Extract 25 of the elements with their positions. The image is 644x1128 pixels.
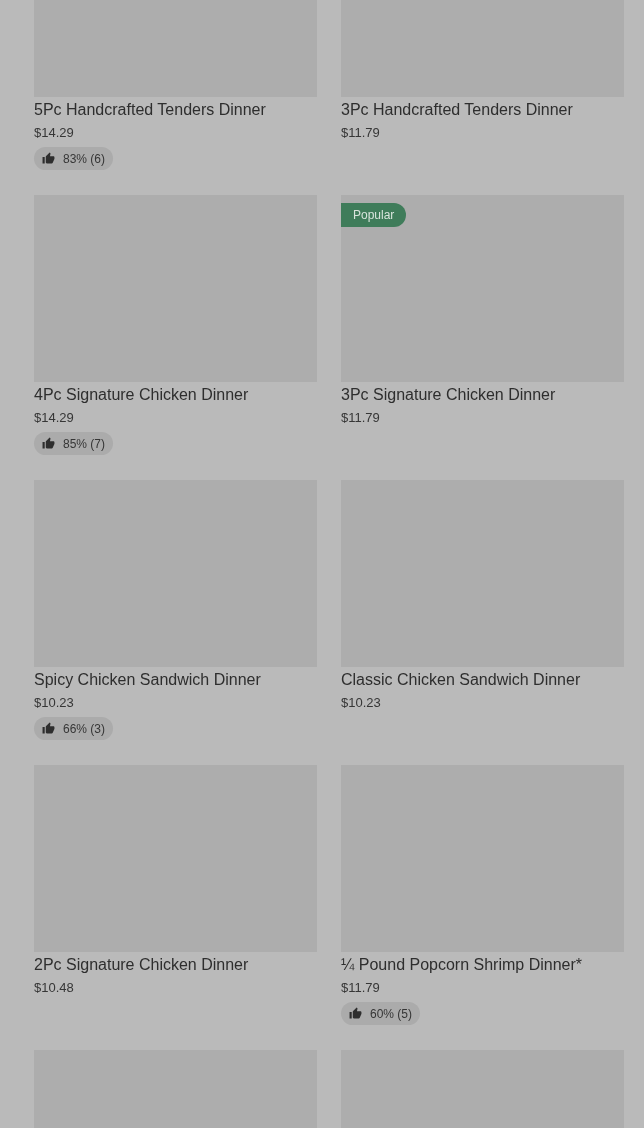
item-title[interactable]: 3Pc Signature Chicken Dinner xyxy=(341,385,624,405)
rating-text: 60% (5) xyxy=(370,1005,413,1023)
item-price: $10.23 xyxy=(34,694,75,712)
item-price: $11.79 xyxy=(341,409,381,427)
item-price: $11.79 xyxy=(341,979,381,997)
item-title[interactable]: Classic Chicken Sandwich Dinner xyxy=(341,670,624,690)
item-title[interactable]: 5Pc Handcrafted Tenders Dinner xyxy=(34,100,317,120)
item-title[interactable]: ¼ Pound Popcorn Shrimp Dinner* xyxy=(341,955,624,975)
rating-text: 66% (3) xyxy=(63,720,106,738)
item-price: $14.29 xyxy=(34,409,75,427)
popular-badge: Popular xyxy=(341,203,407,227)
thumbs-up-icon xyxy=(42,152,55,165)
item-price: $14.29 xyxy=(34,124,75,142)
item-title[interactable]: Spicy Chicken Sandwich Dinner xyxy=(34,670,317,690)
thumbs-up-icon xyxy=(42,437,55,450)
rating-text: 85% (7) xyxy=(63,435,106,453)
thumbs-up-icon xyxy=(42,722,55,735)
item-title[interactable]: 4Pc Signature Chicken Dinner xyxy=(34,385,317,405)
item-price: $10.48 xyxy=(34,979,75,997)
item-price: $11.79 xyxy=(341,124,381,142)
item-title[interactable]: 3Pc Handcrafted Tenders Dinner xyxy=(341,100,624,120)
item-price: $10.23 xyxy=(341,694,382,712)
item-title[interactable]: 2Pc Signature Chicken Dinner xyxy=(34,955,317,975)
rating-text: 83% (6) xyxy=(63,150,106,168)
thumbs-up-icon xyxy=(349,1007,362,1020)
